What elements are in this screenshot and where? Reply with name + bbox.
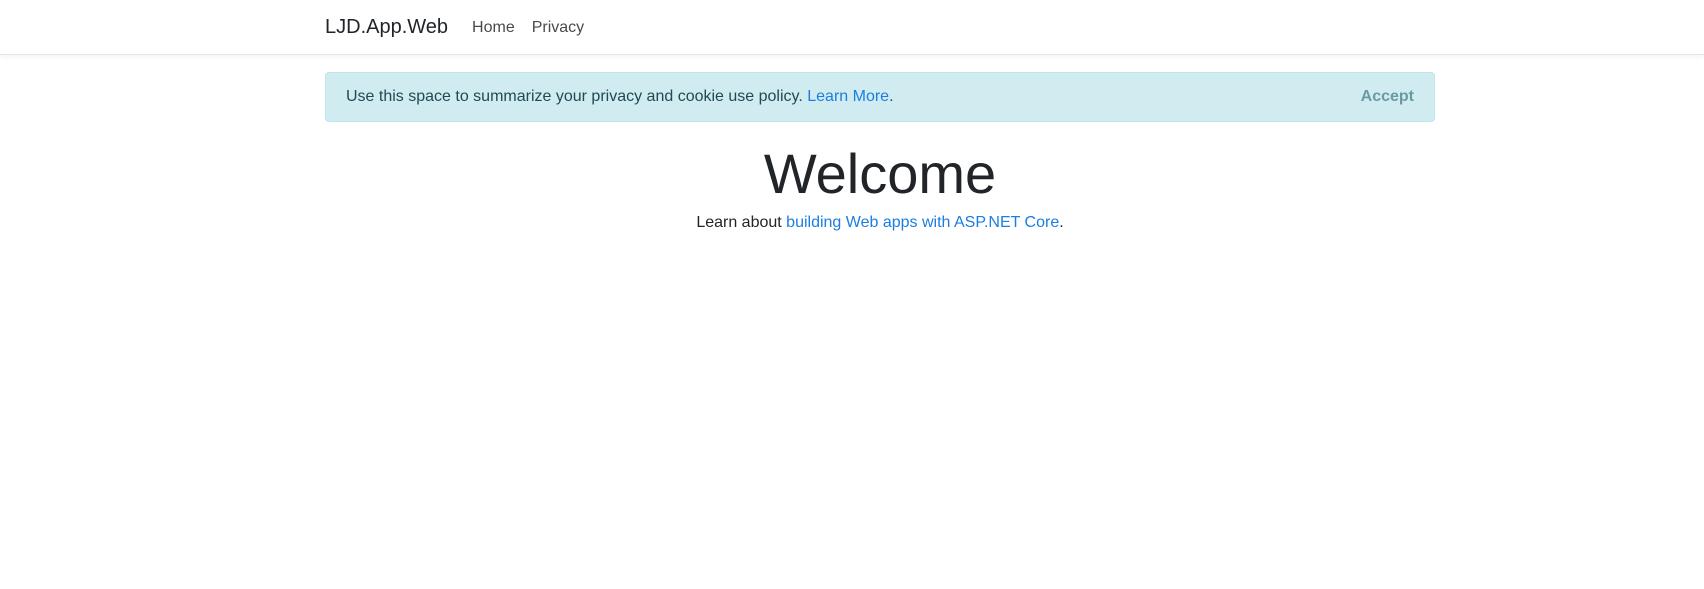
welcome-section: Welcome Learn about building Web apps wi… bbox=[0, 138, 1704, 232]
cookie-message: Use this space to summarize your privacy… bbox=[346, 88, 1361, 106]
cookie-consent-banner: Use this space to summarize your privacy… bbox=[325, 72, 1435, 122]
aspnet-core-docs-link[interactable]: building Web apps with ASP.NET Core bbox=[786, 214, 1059, 231]
nav-link-home[interactable]: Home bbox=[472, 19, 515, 37]
lead-suffix: . bbox=[1059, 214, 1064, 231]
lead-prefix: Learn about bbox=[696, 214, 782, 231]
cookie-message-text: Use this space to summarize your privacy… bbox=[346, 88, 803, 105]
nav-link-privacy[interactable]: Privacy bbox=[532, 19, 584, 37]
top-navbar: LJD.App.Web Home Privacy bbox=[0, 0, 1704, 55]
cookie-message-period: . bbox=[889, 88, 894, 105]
brand-link[interactable]: LJD.App.Web bbox=[325, 16, 448, 39]
nav-container: LJD.App.Web Home Privacy bbox=[325, 0, 601, 55]
page-title: Welcome bbox=[763, 142, 997, 205]
lead-text: Learn about building Web apps with ASP.N… bbox=[0, 214, 1704, 232]
learn-more-link[interactable]: Learn More bbox=[807, 88, 889, 105]
accept-cookies-button[interactable]: Accept bbox=[1361, 88, 1414, 106]
